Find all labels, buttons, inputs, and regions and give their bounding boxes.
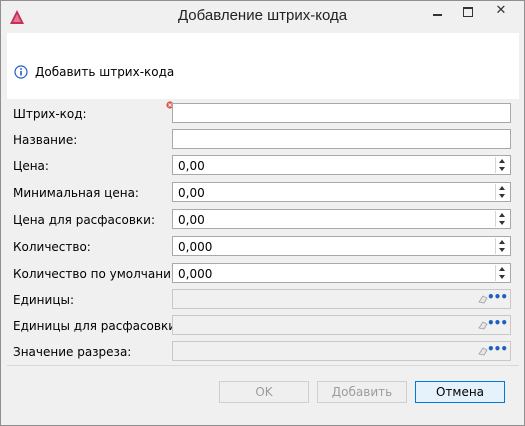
spin-up-icon[interactable]	[499, 159, 505, 163]
min-price-value: 0,00	[178, 186, 205, 200]
header-text: Добавить штрих-кода	[35, 65, 175, 79]
spin-down-icon[interactable]	[499, 248, 505, 252]
default-quantity-value: 0,000	[178, 267, 213, 281]
units-picker[interactable]: •••	[172, 289, 511, 309]
units-label: Единицы:	[13, 293, 75, 307]
barcode-label: Штрих-код:	[13, 107, 87, 121]
cut-value-label: Значение разреза:	[13, 345, 132, 359]
default-quantity-label: Количество по умолчанию:	[13, 267, 186, 281]
spin-down-icon[interactable]	[499, 194, 505, 198]
packing-price-label: Цена для расфасовки:	[13, 213, 155, 227]
cut-value-picker[interactable]: •••	[172, 341, 511, 361]
quantity-label: Количество:	[13, 240, 91, 254]
price-input[interactable]: 0,00	[172, 155, 511, 175]
info-icon	[14, 65, 28, 79]
quantity-value: 0,000	[178, 240, 213, 254]
price-label: Цена:	[13, 159, 49, 173]
units-row: Единицы: •••	[7, 289, 519, 311]
price-row: Цена: 0,00	[7, 155, 519, 177]
default-quantity-spinner[interactable]	[495, 265, 509, 281]
packing-price-value: 0,00	[178, 213, 205, 227]
spin-up-icon[interactable]	[499, 213, 505, 217]
spin-down-icon[interactable]	[499, 275, 505, 279]
cancel-button[interactable]: Отмена	[415, 381, 505, 403]
ellipsis-icon[interactable]: •••	[487, 316, 508, 330]
name-input[interactable]	[172, 129, 511, 149]
ellipsis-icon[interactable]: •••	[487, 290, 508, 304]
minimize-button[interactable]	[423, 1, 453, 23]
barcode-row: Штрих-код:	[7, 101, 519, 125]
packing-units-row: Единицы для расфасовки: •••	[7, 315, 519, 337]
quantity-input[interactable]: 0,000	[172, 236, 511, 256]
default-quantity-input[interactable]: 0,000	[172, 263, 511, 283]
packing-price-row: Цена для расфасовки: 0,00	[7, 209, 519, 231]
spin-up-icon[interactable]	[499, 186, 505, 190]
spin-up-icon[interactable]	[499, 267, 505, 271]
add-button[interactable]: Добавить	[317, 381, 407, 403]
quantity-spinner[interactable]	[495, 238, 509, 254]
barcode-form: Штрих-код: Название: Цена: 0,00 Минималь…	[7, 99, 519, 365]
barcode-input[interactable]	[172, 103, 511, 123]
dialog-window: Добавление штрих-кода ✕ Добавить штрих-к…	[0, 0, 525, 426]
price-value: 0,00	[178, 159, 205, 173]
min-price-label: Минимальная цена:	[13, 186, 139, 200]
name-label: Название:	[13, 133, 78, 147]
packing-price-spinner[interactable]	[495, 211, 509, 227]
title-bar[interactable]: Добавление штрих-кода ✕	[1, 1, 524, 32]
quantity-row: Количество: 0,000	[7, 236, 519, 258]
close-button[interactable]: ✕	[481, 1, 521, 23]
default-quantity-row: Количество по умолчанию: 0,000	[7, 263, 519, 285]
min-price-input[interactable]: 0,00	[172, 182, 511, 202]
close-icon: ✕	[495, 3, 507, 18]
spin-down-icon[interactable]	[499, 221, 505, 225]
maximize-button[interactable]	[453, 1, 483, 23]
dialog-header: Добавить штрих-кода	[7, 33, 519, 99]
cut-value-row: Значение разреза: •••	[7, 341, 519, 363]
ellipsis-icon[interactable]: •••	[487, 342, 508, 356]
packing-units-picker[interactable]: •••	[172, 315, 511, 335]
spin-down-icon[interactable]	[499, 167, 505, 171]
packing-price-input[interactable]: 0,00	[172, 209, 511, 229]
min-price-row: Минимальная цена: 0,00	[7, 182, 519, 204]
name-row: Название:	[7, 129, 519, 151]
footer-divider	[7, 365, 519, 366]
min-price-spinner[interactable]	[495, 184, 509, 200]
ok-button[interactable]: OK	[219, 381, 309, 403]
packing-units-label: Единицы для расфасовки:	[13, 319, 181, 333]
spin-up-icon[interactable]	[499, 240, 505, 244]
price-spinner[interactable]	[495, 157, 509, 173]
